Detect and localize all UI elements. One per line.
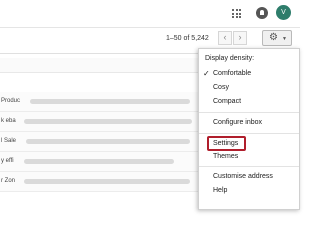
row-redacted [30,99,190,104]
row-redacted [26,139,190,144]
density-option-comfortable[interactable]: Comfortable [213,70,251,77]
inbox-tab-strip [0,58,198,73]
row-redacted [24,159,174,164]
pagination-count: 1–50 of 5,242 [166,35,209,42]
chevron-down-icon: ▼ [282,36,287,42]
newer-page-button[interactable]: › [233,31,247,45]
older-page-button[interactable]: ‹ [218,31,232,45]
notifications-icon[interactable] [256,7,268,19]
check-icon: ✓ [203,69,210,78]
row-snippet: k eba [1,118,16,124]
table-row[interactable]: k eba [0,112,198,132]
avatar[interactable]: V [276,5,291,20]
table-row[interactable]: y effi [0,152,198,172]
row-snippet: y effi [1,158,14,164]
header-divider [0,27,300,28]
settings-menu-item[interactable]: Settings [213,140,238,147]
density-option-cosy[interactable]: Cosy [213,84,229,91]
row-redacted [24,179,190,184]
row-redacted [24,119,192,124]
density-option-compact[interactable]: Compact [213,98,241,105]
row-snippet: r Zon [1,178,16,184]
row-snippet: l Sale [1,138,17,144]
message-list: Produc k eba l Sale y effi r Zon [0,92,198,192]
apps-grid-icon[interactable] [232,9,241,18]
toolbar-divider [0,53,198,54]
settings-menu: Display density: ✓ Comfortable Cosy Comp… [198,48,300,210]
configure-inbox-item[interactable]: Configure inbox [213,119,262,126]
customise-address-item[interactable]: Customise address [213,173,273,180]
settings-button[interactable]: ⚙ ▼ [262,30,292,46]
themes-menu-item[interactable]: Themes [213,153,238,160]
gear-icon: ⚙ [269,32,278,43]
table-row[interactable]: l Sale [0,132,198,152]
display-density-heading: Display density: [205,55,255,62]
table-row[interactable]: r Zon [0,172,198,192]
menu-divider [199,112,299,113]
row-snippet: Produc [1,98,21,104]
table-row[interactable]: Produc [0,92,198,112]
top-bar: V [0,0,300,26]
menu-divider [199,133,299,134]
help-menu-item[interactable]: Help [213,187,227,194]
menu-divider [199,166,299,167]
